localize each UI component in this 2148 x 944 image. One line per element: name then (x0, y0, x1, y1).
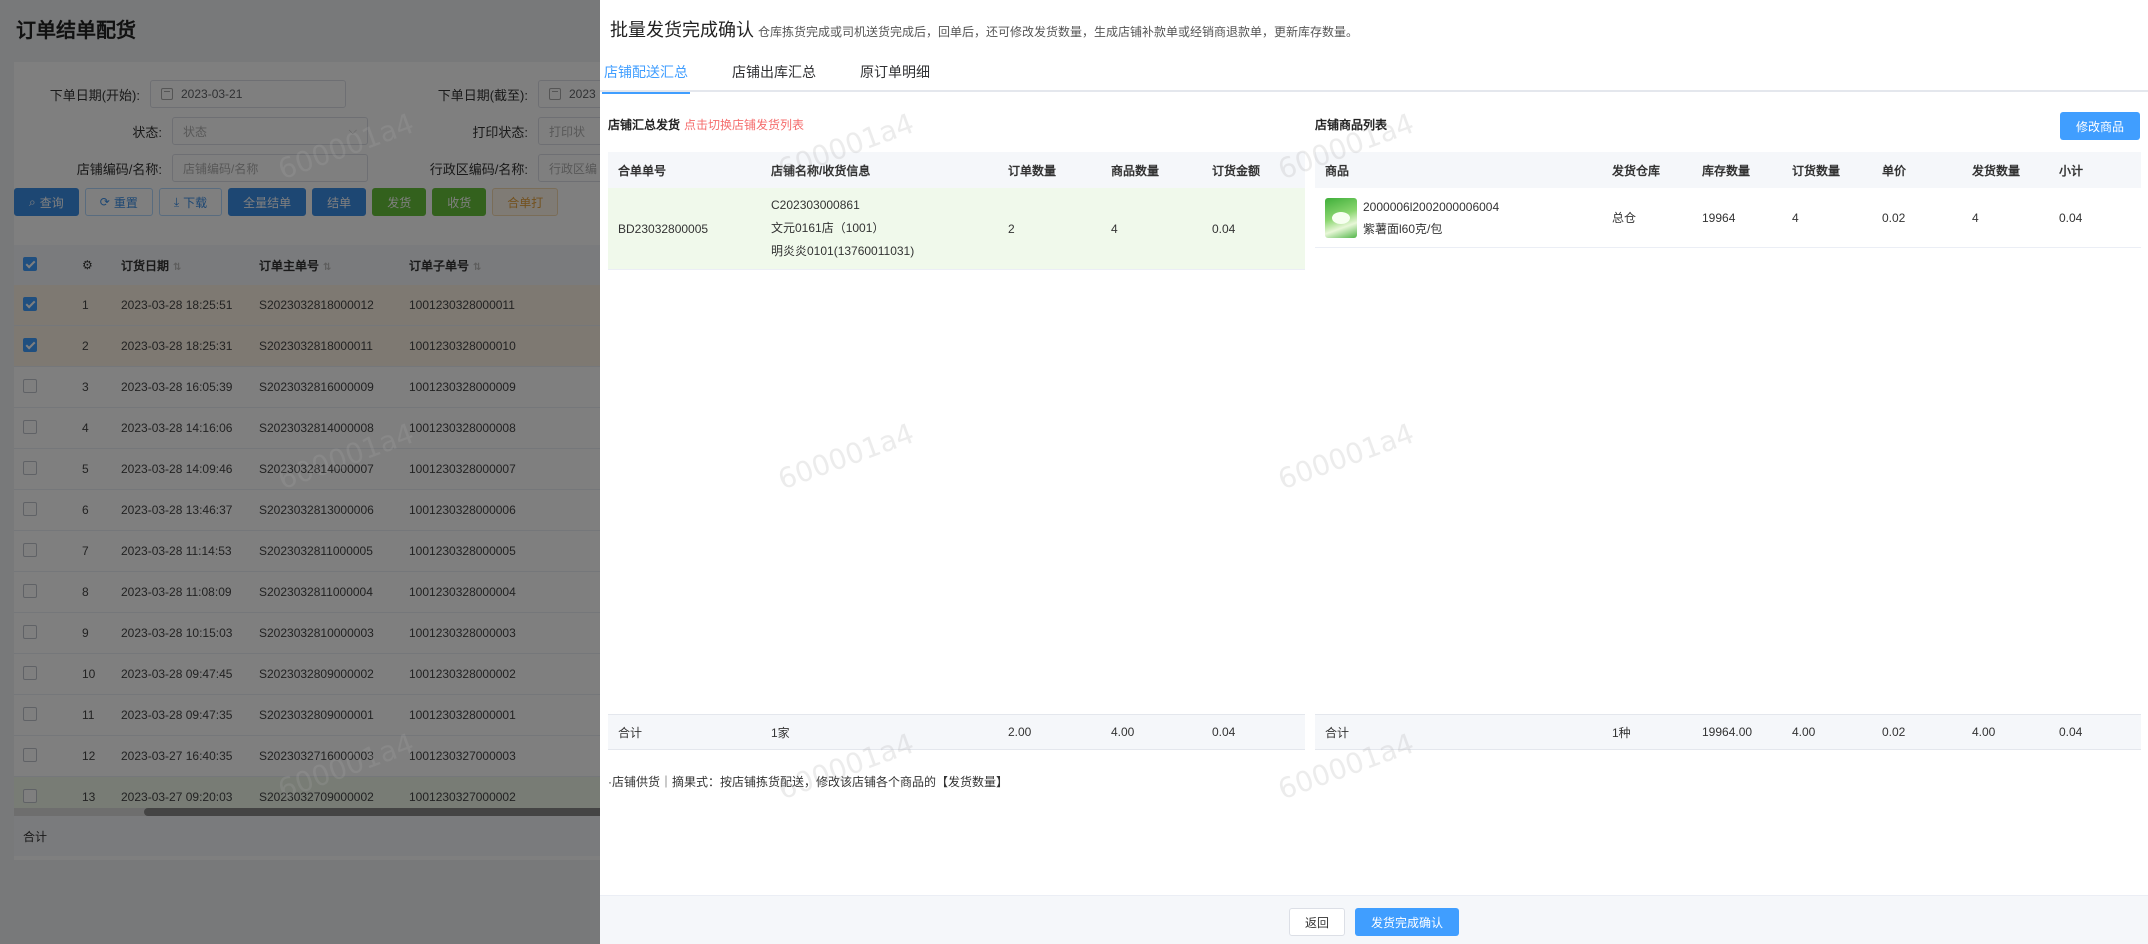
edit-goods-button[interactable]: 修改商品 (2059, 112, 2140, 140)
store-info-cell: C202303000861 文元0161店（1001） 明炎炎0101(1376… (761, 194, 998, 263)
product-name: 紫薯面l60克/包 (1363, 221, 1443, 236)
drawer-title: 批量发货完成确认 (610, 20, 754, 40)
store-goods-table: 商品 发货仓库 库存数量 订货数量 单价 发货数量 小计 2000006l200… (1315, 152, 2141, 752)
table-footer: 合计 1种 19964.00 4.00 0.02 4.00 0.04 (1315, 714, 2141, 750)
tab-bar: 店铺配送汇总 店铺出库汇总 原订单明细 (600, 58, 2148, 94)
table-footer: 合计 1家 2.00 4.00 0.04 (608, 714, 1305, 750)
ship-qty-cell[interactable]: 4 (1962, 211, 2049, 225)
left-section-title: 店铺汇总发货 点击切换店铺发货列表 (608, 118, 805, 132)
table-header: 商品 发货仓库 库存数量 订货数量 单价 发货数量 小计 (1315, 152, 2141, 188)
back-button[interactable]: 返回 (1289, 908, 1345, 936)
drawer-subtitle: 仓库拣货完成或司机送货完成后，回单后，还可修改发货数量，生成店铺补款单或经销商退… (758, 25, 1359, 39)
product-code: 2000006l2002000006004 (1363, 199, 1500, 214)
table-row[interactable]: BD23032800005 C202303000861 文元0161店（1001… (608, 188, 1305, 270)
order-no-cell: BD23032800005 (618, 221, 709, 236)
warehouse-cell: 总仓 (1612, 211, 1637, 225)
batch-ship-drawer: 批量发货完成确认 仓库拣货完成或司机送货完成后，回单后，还可修改发货数量，生成店… (600, 0, 2148, 944)
switch-store-hint[interactable]: 点击切换店铺发货列表 (684, 118, 804, 132)
store-summary-table: 合单单号 店铺名称/收货信息 订单数量 商品数量 订货金额 BD23032800… (608, 152, 1305, 752)
table-row: 2000006l2002000006004 紫薯面l60克/包 总仓 19964… (1315, 188, 2141, 248)
order-qty-cell: 4 (1792, 210, 1799, 225)
price-cell: 0.02 (1882, 210, 1906, 225)
tab-store-delivery-summary[interactable]: 店铺配送汇总 (602, 58, 690, 94)
goods-cell: 2000006l2002000006004 紫薯面l60克/包 (1315, 196, 1602, 240)
amount-cell: 0.04 (1212, 221, 1236, 236)
product-image (1325, 197, 1357, 238)
drawer-footer: 返回 发货完成确认 (600, 895, 2148, 944)
table-header: 合单单号 店铺名称/收货信息 订单数量 商品数量 订货金额 (608, 152, 1305, 188)
store-name: 文元0161店（1001） (771, 221, 885, 235)
right-section-title: 店铺商品列表 (1315, 118, 1388, 132)
goods-qty-cell: 4 (1111, 221, 1118, 236)
confirm-ship-button[interactable]: 发货完成确认 (1355, 908, 1459, 936)
supply-mode-note: ·店铺供货｜摘果式：按店铺拣货配送，修改该店铺各个商品的【发货数量】 (608, 775, 1008, 789)
subtotal-cell: 0.04 (2059, 210, 2083, 225)
tab-store-outbound-summary[interactable]: 店铺出库汇总 (730, 58, 818, 92)
store-code: C202303000861 (771, 198, 860, 212)
drawer-header: 批量发货完成确认 仓库拣货完成或司机送货完成后，回单后，还可修改发货数量，生成店… (610, 16, 1358, 42)
stock-cell: 19964 (1702, 210, 1736, 225)
order-qty-cell: 2 (1008, 221, 1015, 236)
receiver-info: 明炎炎0101(13760011031) (771, 244, 915, 258)
tab-original-order-detail[interactable]: 原订单明细 (858, 58, 932, 92)
